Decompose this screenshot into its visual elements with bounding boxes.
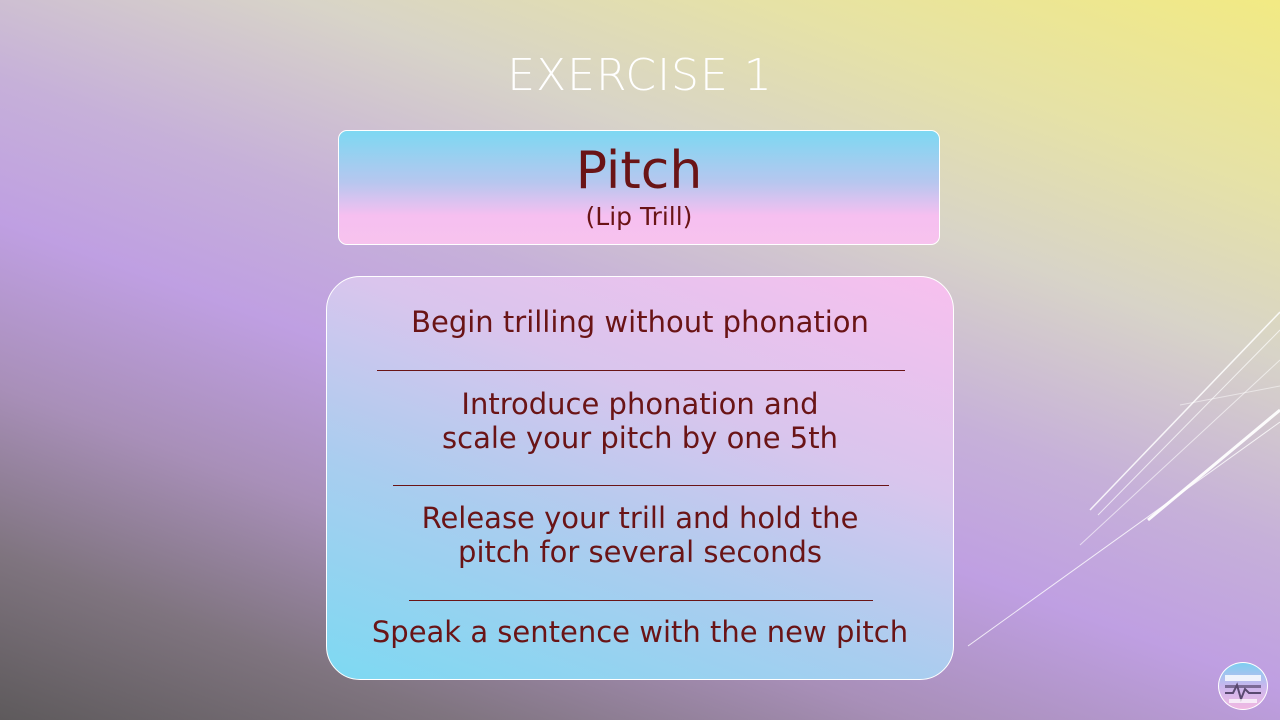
step-3-line-1: Release your trill and hold the — [421, 501, 859, 535]
slide: EXERCISE 1 Pitch (Lip Trill) Begin trill… — [0, 0, 1280, 720]
step-4-text: Speak a sentence with the new pitch — [371, 615, 909, 649]
header-sub-text: (Lip Trill) — [585, 202, 693, 231]
circular-logo-icon — [1218, 662, 1268, 710]
logo-graphic — [1225, 675, 1261, 703]
step-divider — [409, 600, 873, 601]
step-1-text: Begin trilling without phonation — [411, 305, 869, 339]
steps-box: Begin trilling without phonation Introdu… — [326, 276, 954, 680]
step-2-line-1: Introduce phonation and — [461, 387, 819, 421]
step-2-line-2: scale your pitch by one 5th — [442, 421, 838, 455]
step-3-line-2: pitch for several seconds — [458, 535, 822, 569]
step-divider — [393, 485, 889, 486]
header-main-text: Pitch — [575, 141, 703, 201]
exercise-header-box: Pitch (Lip Trill) — [338, 130, 940, 245]
step-divider — [377, 370, 905, 371]
slide-title: EXERCISE 1 — [507, 50, 773, 101]
